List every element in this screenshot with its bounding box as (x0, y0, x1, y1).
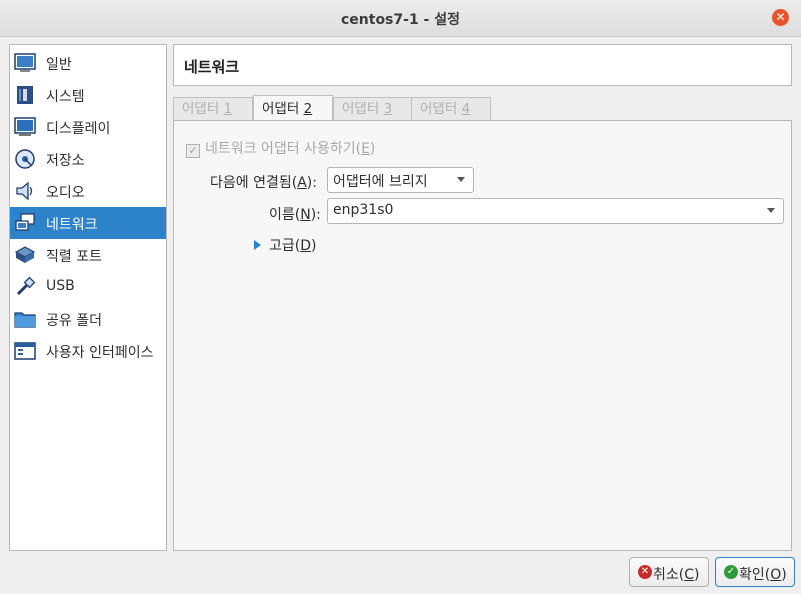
tab-adapter-3[interactable]: 어댑터 3 (333, 97, 413, 120)
title-bar: centos7-1 - 설정 ✕ (0, 0, 801, 37)
attached-to-select[interactable]: 어댑터에 브리지 (327, 167, 474, 193)
tab-adapter-4[interactable]: 어댑터 4 (411, 97, 491, 120)
ok-button[interactable]: ✓ 확인(O) (715, 557, 795, 587)
sidebar-item-label: 저장소 (46, 153, 85, 169)
name-select[interactable]: enp31s0 (327, 198, 784, 224)
sidebar-item-label: 직렬 포트 (46, 249, 102, 265)
check-icon[interactable]: ✓ (186, 144, 200, 158)
enable-adapter-checkbox[interactable]: ✓ 네트워크 어댑터 사용하기(E) (186, 138, 375, 158)
window-title: centos7-1 - 설정 (340, 12, 461, 28)
storage-icon (15, 149, 35, 169)
sidebar-item-general[interactable]: 일반 (10, 47, 166, 79)
advanced-toggle[interactable]: 고급(D) (254, 235, 316, 255)
sidebar-item-label: USB (46, 278, 75, 294)
attached-to-label: 다음에 연결됨(A): (210, 175, 317, 191)
sidebar-item-label: 일반 (46, 57, 72, 73)
sidebar-item-display[interactable]: 디스플레이 (10, 111, 166, 143)
sidebar-item-label: 디스플레이 (46, 121, 111, 137)
serial-port-icon (14, 246, 36, 263)
sidebar-item-usb[interactable]: USB (10, 271, 166, 303)
system-icon (17, 86, 33, 104)
ok-icon: ✓ (724, 565, 738, 579)
cancel-icon: ✕ (638, 565, 652, 579)
adapter-panel: ✓ 네트워크 어댑터 사용하기(E) 다음에 연결됨(A): 어댑터에 브리지 이… (173, 120, 792, 551)
sidebar-item-system[interactable]: 시스템 (10, 79, 166, 111)
sidebar-item-serial-port[interactable]: 직렬 포트 (10, 239, 166, 271)
general-icon (14, 53, 36, 72)
tab-adapter-2[interactable]: 어댑터 2 (253, 95, 333, 122)
sidebar-item-label: 사용자 인터페이스 (46, 345, 154, 361)
tab-adapter-1[interactable]: 어댑터 1 (173, 97, 253, 120)
sidebar-item-storage[interactable]: 저장소 (10, 143, 166, 175)
shared-folder-icon (14, 312, 36, 328)
name-value: enp31s0 (333, 202, 394, 218)
chevron-down-icon (767, 208, 775, 213)
sidebar-item-network[interactable]: 네트워크 (10, 207, 166, 239)
sidebar-item-label: 시스템 (46, 89, 85, 105)
settings-sidebar: 일반 시스템 디스플레이 저장소 오디오 네트워크 직렬 포트 USB 공유 폴… (9, 44, 167, 551)
sidebar-item-shared-folders[interactable]: 공유 폴더 (10, 303, 166, 335)
close-icon: ✕ (775, 10, 786, 24)
sidebar-item-label: 오디오 (46, 185, 85, 201)
expand-arrow-icon (254, 240, 261, 250)
chevron-down-icon (457, 177, 465, 182)
cancel-button[interactable]: ✕ 취소(C) (629, 557, 709, 587)
sidebar-item-audio[interactable]: 오디오 (10, 175, 166, 207)
sidebar-item-user-interface[interactable]: 사용자 인터페이스 (10, 335, 166, 367)
close-button[interactable]: ✕ (772, 9, 789, 26)
attached-to-value: 어댑터에 브리지 (333, 174, 428, 190)
user-interface-icon (14, 342, 36, 360)
sidebar-item-label: 공유 폴더 (46, 313, 102, 329)
name-label: 이름(N): (269, 207, 321, 223)
sidebar-item-label: 네트워크 (46, 217, 98, 233)
audio-icon (16, 181, 33, 201)
display-icon (14, 117, 36, 136)
usb-icon (16, 276, 36, 296)
adapter-tabs: 어댑터 1 어댑터 2 어댑터 3 어댑터 4 (173, 95, 793, 122)
network-icon (15, 213, 35, 231)
page-title: 네트워크 (184, 58, 240, 76)
page-header: 네트워크 (173, 44, 792, 86)
